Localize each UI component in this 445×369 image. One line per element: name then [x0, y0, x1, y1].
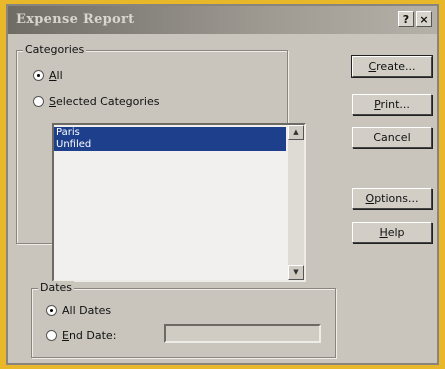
radio-all-dates-indicator[interactable]	[46, 305, 57, 316]
list-item[interactable]: Paris	[54, 127, 286, 139]
help-button[interactable]: Help	[352, 222, 432, 243]
help-title-button[interactable]: ?	[398, 11, 414, 27]
cancel-button[interactable]: Cancel	[352, 127, 432, 148]
window-title: Expense Report	[16, 12, 135, 27]
dates-group-label: Dates	[38, 281, 75, 294]
radio-all-dates[interactable]: All Dates	[46, 304, 111, 317]
print-button[interactable]: Print...	[352, 94, 432, 115]
list-item[interactable]: Unfiled	[54, 139, 286, 151]
categories-listbox[interactable]: Paris Unfiled ▲ ▼	[52, 123, 306, 282]
create-button[interactable]: Create...	[351, 55, 433, 78]
radio-selected-label: Selected Categories	[49, 95, 160, 108]
end-date-field[interactable]	[164, 324, 321, 343]
title-bar[interactable]: Expense Report ? ×	[8, 6, 437, 34]
listbox-scrollbar[interactable]: ▲ ▼	[288, 125, 304, 280]
radio-all-dates-label: All Dates	[62, 304, 112, 317]
arrow-down-icon[interactable]: ▼	[288, 265, 304, 280]
radio-selected-categories[interactable]: Selected Categories	[33, 95, 159, 108]
radio-all[interactable]: All	[33, 69, 63, 82]
dates-group: Dates All Dates End Date:	[31, 281, 336, 358]
radio-end-date-label: End Date:	[62, 329, 117, 342]
radio-end-date-indicator[interactable]	[46, 330, 57, 341]
radio-selected-indicator[interactable]	[33, 96, 44, 107]
expense-report-dialog: Expense Report ? × Categories All Select…	[6, 4, 439, 365]
radio-all-label: All	[49, 69, 63, 82]
close-button[interactable]: ×	[416, 11, 432, 27]
radio-end-date[interactable]: End Date:	[46, 329, 116, 342]
options-button[interactable]: Options...	[352, 188, 432, 209]
categories-group-label: Categories	[23, 43, 87, 56]
radio-all-indicator[interactable]	[33, 70, 44, 81]
arrow-up-icon[interactable]: ▲	[288, 125, 304, 140]
